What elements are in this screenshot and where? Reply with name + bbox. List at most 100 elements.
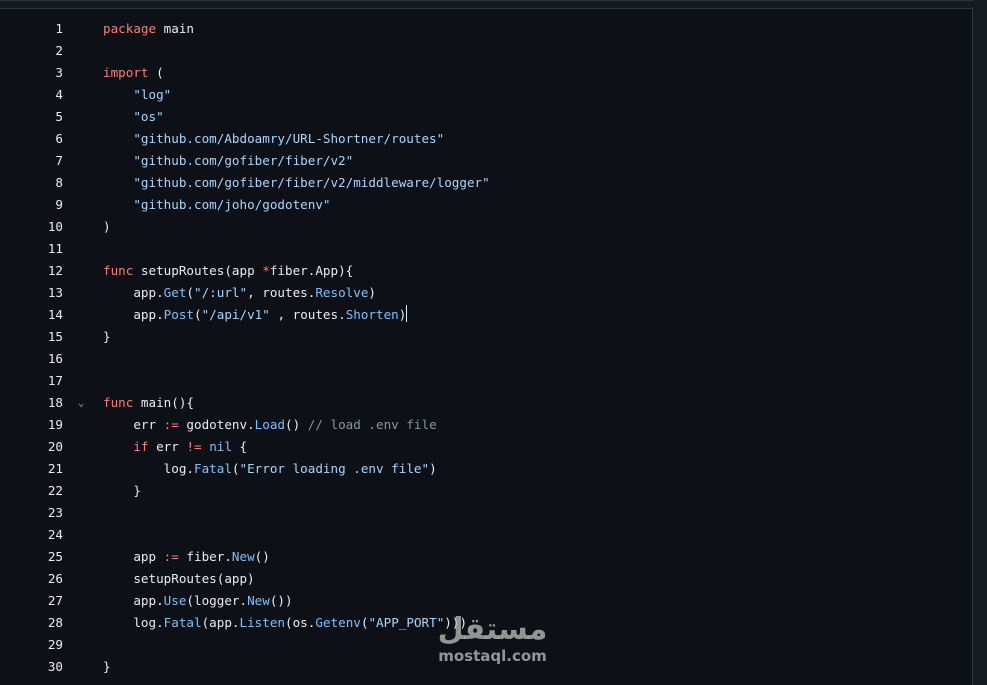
code-token: Resolve bbox=[315, 285, 369, 300]
code-text: setupRoutes(app) bbox=[103, 568, 255, 590]
code-token: "Error loading .env file" bbox=[239, 461, 430, 476]
code-token: ) bbox=[103, 219, 111, 234]
editor-scrollbar-gutter[interactable] bbox=[973, 0, 987, 685]
code-text: log.Fatal("Error loading .env file") bbox=[103, 458, 437, 480]
code-line[interactable]: 20 if err != nil { bbox=[0, 436, 973, 458]
code-token: , routes. bbox=[247, 285, 316, 300]
code-line[interactable]: 23 bbox=[0, 502, 973, 524]
line-number: 29 bbox=[47, 637, 63, 652]
code-token: setupRoutes(app) bbox=[103, 571, 255, 586]
code-line[interactable]: 1 package main bbox=[0, 18, 973, 40]
fold-chevron-icon[interactable]: ⌄ bbox=[74, 392, 88, 414]
code-text: app.Get("/:url", routes.Resolve) bbox=[103, 282, 376, 304]
code-line[interactable]: 22 } bbox=[0, 480, 973, 502]
code-text: "os" bbox=[103, 106, 164, 128]
code-line[interactable]: 14 app.Post("/api/v1" , routes.Shorten) bbox=[0, 304, 973, 326]
code-line[interactable]: 27 app.Use(logger.New()) bbox=[0, 590, 973, 612]
code-token: app. bbox=[103, 593, 164, 608]
watermark-arabic: مستقل bbox=[437, 612, 548, 647]
code-token: () bbox=[254, 549, 270, 564]
code-token: ( bbox=[194, 307, 202, 322]
code-token: (app. bbox=[201, 615, 240, 630]
code-line[interactable]: 12 func setupRoutes(app *fiber.App){ bbox=[0, 260, 973, 282]
code-token: nil bbox=[209, 439, 232, 454]
code-line[interactable]: 2 bbox=[0, 40, 973, 62]
line-number: 3 bbox=[55, 65, 63, 80]
code-token: { bbox=[231, 439, 248, 454]
code-token: * bbox=[262, 263, 270, 278]
code-token: setupRoutes(app bbox=[133, 263, 263, 278]
code-text: } bbox=[103, 656, 111, 678]
code-token: Fatal bbox=[194, 461, 232, 476]
code-line[interactable]: 5 "os" bbox=[0, 106, 973, 128]
code-token: Use bbox=[163, 593, 187, 608]
code-line[interactable]: 7 "github.com/gofiber/fiber/v2" bbox=[0, 150, 973, 172]
code-line[interactable]: 13 app.Get("/:url", routes.Resolve) bbox=[0, 282, 973, 304]
line-number: 5 bbox=[55, 109, 63, 124]
code-token: Shorten bbox=[345, 307, 399, 322]
code-line[interactable]: 19 err := godotenv.Load() // load .env f… bbox=[0, 414, 973, 436]
code-text: ) bbox=[103, 216, 111, 238]
code-text: err := godotenv.Load() // load .env file bbox=[103, 414, 436, 436]
line-number: 6 bbox=[55, 131, 63, 146]
code-text: "log" bbox=[103, 84, 171, 106]
code-text: log.Fatal(app.Listen(os.Getenv("APP_PORT… bbox=[103, 612, 467, 634]
code-line[interactable]: 10) bbox=[0, 216, 973, 238]
code-text: "github.com/Abdoamry/URL-Shortner/routes… bbox=[103, 128, 444, 150]
code-text: import ( bbox=[103, 62, 164, 84]
code-token: err bbox=[148, 439, 187, 454]
code-text: package main bbox=[103, 18, 194, 40]
code-token: } bbox=[103, 659, 111, 674]
line-number: 11 bbox=[47, 241, 63, 256]
code-line[interactable]: 11 bbox=[0, 238, 973, 260]
code-token: ) bbox=[398, 307, 407, 322]
line-number: 14 bbox=[47, 307, 63, 322]
code-token: ( bbox=[186, 285, 195, 300]
line-number: 10 bbox=[47, 219, 63, 234]
code-line[interactable]: 15} bbox=[0, 326, 973, 348]
code-area[interactable]: 1 package main 2 3 import (4 "log" 5 "os" 6 "g… bbox=[0, 18, 973, 678]
code-line[interactable]: 17 bbox=[0, 370, 973, 392]
code-text: if err != nil { bbox=[103, 436, 247, 458]
code-token: ()) bbox=[269, 593, 293, 608]
line-number: 16 bbox=[47, 351, 63, 366]
code-token: log. bbox=[103, 615, 164, 630]
code-token: main bbox=[156, 21, 194, 36]
code-token: "github.com/gofiber/fiber/v2" bbox=[133, 153, 354, 168]
line-number: 27 bbox=[47, 593, 63, 608]
line-number: 28 bbox=[47, 615, 63, 630]
line-number: 24 bbox=[47, 527, 63, 542]
code-line[interactable]: 24 bbox=[0, 524, 973, 546]
code-line[interactable]: 6 "github.com/Abdoamry/URL-Shortner/rout… bbox=[0, 128, 973, 150]
code-token: app bbox=[103, 549, 164, 564]
code-line[interactable]: 21 log.Fatal("Error loading .env file") bbox=[0, 458, 973, 480]
line-number: 1 bbox=[55, 21, 63, 36]
code-token: "os" bbox=[133, 109, 164, 124]
code-line[interactable]: 4 "log" bbox=[0, 84, 973, 106]
code-token: "github.com/gofiber/fiber/v2/middleware/… bbox=[133, 175, 490, 190]
code-token: main(){ bbox=[133, 395, 195, 410]
code-text: } bbox=[103, 480, 141, 502]
code-token: "github.com/Abdoamry/URL-Shortner/routes… bbox=[133, 131, 445, 146]
code-line[interactable]: 8 "github.com/gofiber/fiber/v2/middlewar… bbox=[0, 172, 973, 194]
code-line[interactable]: 26 setupRoutes(app) bbox=[0, 568, 973, 590]
code-token: fiber.App){ bbox=[269, 263, 354, 278]
code-token: err bbox=[103, 417, 164, 432]
code-token: Fatal bbox=[163, 615, 202, 630]
code-token: (logger. bbox=[186, 593, 248, 608]
code-line[interactable]: 3 import ( bbox=[0, 62, 973, 84]
code-editor-panel: 1 package main 2 3 import (4 "log" 5 "os" 6 "g… bbox=[0, 0, 973, 685]
code-line[interactable]: 9 "github.com/joho/godotenv" bbox=[0, 194, 973, 216]
code-text: app.Post("/api/v1" , routes.Shorten) bbox=[103, 304, 408, 326]
code-line[interactable]: 25 app := fiber.New() bbox=[0, 546, 973, 568]
line-number: 20 bbox=[47, 439, 63, 454]
code-token: Load bbox=[254, 417, 286, 432]
code-line[interactable]: 16 bbox=[0, 348, 973, 370]
code-line[interactable]: 18 ⌄ func main(){ bbox=[0, 392, 973, 414]
mostaql-watermark: مستقل mostaql.com bbox=[430, 613, 555, 673]
